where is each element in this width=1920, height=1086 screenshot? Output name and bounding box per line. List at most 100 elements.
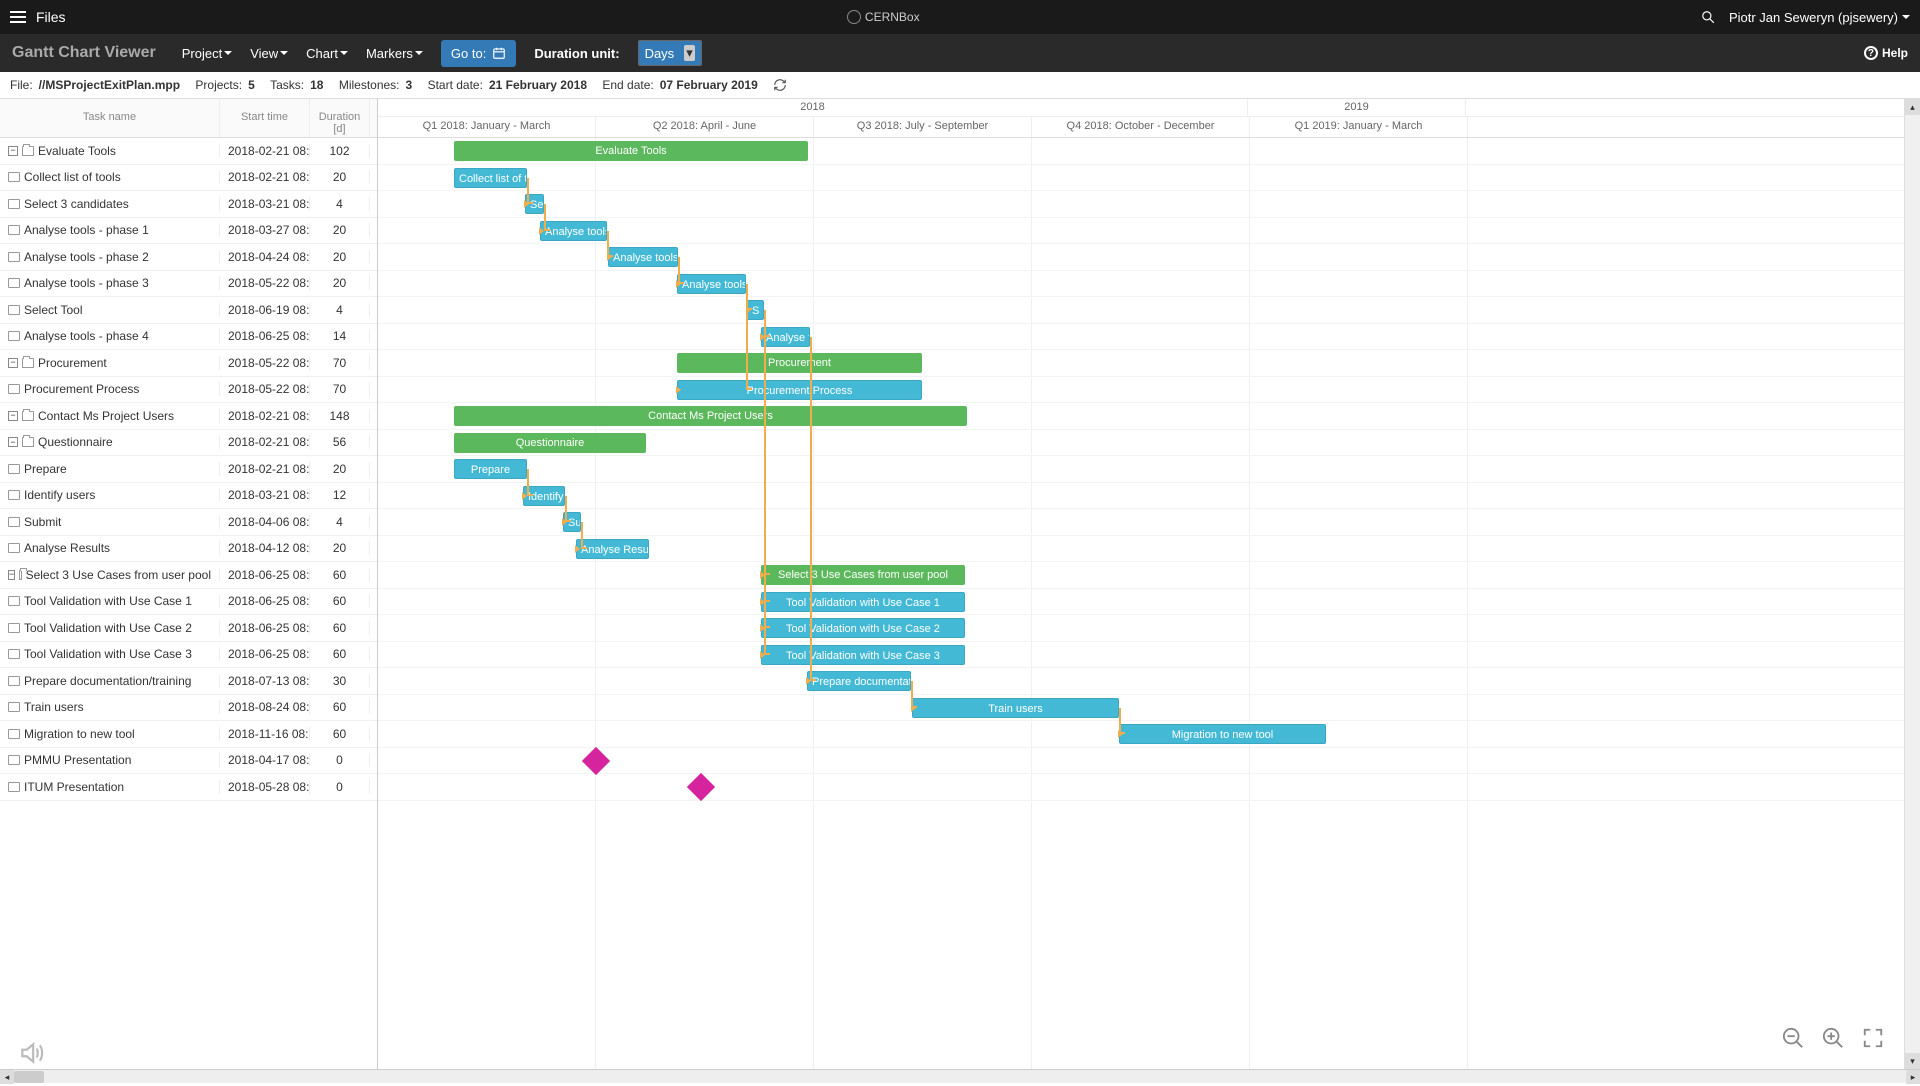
tasks-value: 18 [310,78,323,92]
task-row[interactable]: Prepare2018-02-21 08:0020 [0,456,377,483]
task-row[interactable]: Train users2018-08-24 08:0060 [0,695,377,722]
task-duration: 148 [310,409,370,423]
task-row[interactable]: Analyse tools - phase 22018-04-24 08:002… [0,244,377,271]
gantt-summary-bar[interactable]: Contact Ms Project Users [454,406,967,426]
col-header-start[interactable]: Start time [220,99,310,137]
task-row[interactable]: Analyse tools - phase 12018-03-27 08:002… [0,218,377,245]
main-area: Task name Start time Duration [d] −Evalu… [0,99,1920,1069]
task-row[interactable]: −Select 3 Use Cases from user pool2018-0… [0,562,377,589]
hamburger-icon[interactable] [10,11,26,23]
gantt-summary-bar[interactable]: Select 3 Use Cases from user pool [761,565,965,585]
horizontal-scrollbar[interactable]: ◂ ▸ [0,1069,1920,1083]
task-row[interactable]: Collect list of tools2018-02-21 08:0020 [0,165,377,192]
task-name: Select 3 candidates [24,197,129,211]
task-row[interactable]: Analyse Results2018-04-12 08:0020 [0,536,377,563]
duration-unit-select[interactable]: Days ▾ [638,40,702,66]
speaker-icon[interactable] [18,1040,44,1066]
menu-markers[interactable]: Markers [366,46,423,61]
menu-view[interactable]: View [250,46,288,61]
menu-project[interactable]: Project [182,46,232,61]
task-row[interactable]: Analyse tools - phase 42018-06-25 08:001… [0,324,377,351]
task-row[interactable]: −Procurement2018-05-22 08:0070 [0,350,377,377]
task-row[interactable]: Prepare documentation/training2018-07-13… [0,668,377,695]
gantt-task-bar[interactable]: Tool Validation with Use Case 1 [761,592,965,612]
task-row[interactable]: Migration to new tool2018-11-16 08:0060 [0,721,377,748]
vertical-scrollbar[interactable]: ▴ ▾ [1904,99,1920,1069]
scroll-right-button[interactable]: ▸ [1906,1070,1920,1084]
gantt-summary-bar[interactable]: Questionnaire [454,433,646,453]
gantt-task-bar[interactable]: Tool Validation with Use Case 3 [761,645,965,665]
refresh-icon[interactable] [773,78,787,92]
gantt-task-bar[interactable]: Analyse tools - p [608,247,678,267]
gantt-task-bar[interactable]: Train users [912,698,1119,718]
task-start: 2018-02-21 08:00 [220,435,310,449]
timeline-row: Tool Validation with Use Case 3 [378,642,1904,669]
timeline-body[interactable]: Evaluate ToolsCollect list of toolsSeAna… [378,138,1904,1069]
file-icon [8,464,20,474]
menu-chart[interactable]: Chart [306,46,348,61]
task-row[interactable]: −Contact Ms Project Users2018-02-21 08:0… [0,403,377,430]
user-menu[interactable]: Piotr Jan Seweryn (pjsewery) [1729,10,1910,25]
start-date-value: 21 February 2018 [489,78,587,92]
gantt-task-bar[interactable]: Analyse tools - p [677,274,746,294]
gantt-summary-bar[interactable]: Procurement [677,353,922,373]
task-duration: 56 [310,435,370,449]
gantt-task-bar[interactable]: Analyse tools - p [540,221,607,241]
task-row[interactable]: Tool Validation with Use Case 22018-06-2… [0,615,377,642]
task-name: Analyse tools - phase 1 [24,223,149,237]
scroll-up-button[interactable]: ▴ [1905,99,1920,115]
gantt-timeline[interactable]: 20182019 Q1 2018: January - MarchQ2 2018… [378,99,1904,1069]
task-start: 2018-05-28 08:00 [220,780,310,794]
task-grid: Task name Start time Duration [d] −Evalu… [0,99,378,1069]
gantt-milestone[interactable] [687,773,715,801]
task-row[interactable]: −Evaluate Tools2018-02-21 08:00102 [0,138,377,165]
task-row[interactable]: Analyse tools - phase 32018-05-22 08:002… [0,271,377,298]
search-icon[interactable] [1701,10,1715,24]
grid-body[interactable]: −Evaluate Tools2018-02-21 08:00102Collec… [0,138,377,1069]
gantt-task-bar[interactable]: Tool Validation with Use Case 2 [761,618,965,638]
files-label[interactable]: Files [36,9,66,25]
task-row[interactable]: Identify users2018-03-21 08:0012 [0,483,377,510]
scroll-down-button[interactable]: ▾ [1905,1053,1920,1069]
fullscreen-icon[interactable] [1862,1027,1884,1049]
gantt-task-bar[interactable]: Migration to new tool [1119,724,1326,744]
calendar-icon [492,46,506,60]
caret-down-icon [280,51,288,55]
file-icon [8,755,20,765]
zoom-in-icon[interactable] [1822,1027,1844,1049]
collapse-toggle[interactable]: − [8,146,18,156]
task-row[interactable]: Select 3 candidates2018-03-21 08:004 [0,191,377,218]
file-icon [8,305,20,315]
scroll-left-button[interactable]: ◂ [0,1070,14,1084]
file-icon [8,199,20,209]
scroll-thumb[interactable] [14,1071,44,1083]
col-header-duration[interactable]: Duration [d] [310,99,370,137]
task-row[interactable]: ITUM Presentation2018-05-28 08:000 [0,774,377,801]
task-row[interactable]: Tool Validation with Use Case 12018-06-2… [0,589,377,616]
dependency-arrow-icon [760,651,765,659]
task-row[interactable]: PMMU Presentation2018-04-17 08:000 [0,748,377,775]
collapse-toggle[interactable]: − [8,411,18,421]
task-row[interactable]: Submit2018-04-06 08:004 [0,509,377,536]
gantt-task-bar[interactable]: Procurement Process [677,380,922,400]
collapse-toggle[interactable]: − [8,570,15,580]
task-start: 2018-07-13 08:00 [220,674,310,688]
gantt-task-bar[interactable]: Prepare [454,459,527,479]
col-header-name[interactable]: Task name [0,99,220,137]
file-value: //MSProjectExitPlan.mpp [39,78,180,92]
task-row[interactable]: Tool Validation with Use Case 32018-06-2… [0,642,377,669]
file-icon [8,729,20,739]
task-row[interactable]: Procurement Process2018-05-22 08:0070 [0,377,377,404]
task-row[interactable]: −Questionnaire2018-02-21 08:0056 [0,430,377,457]
timeline-row: Collect list of tools [378,165,1904,192]
goto-button[interactable]: Go to: [441,40,516,67]
collapse-toggle[interactable]: − [8,358,18,368]
collapse-toggle[interactable]: − [8,437,18,447]
gantt-task-bar[interactable]: Collect list of tools [454,168,527,188]
gantt-milestone[interactable] [582,746,610,774]
zoom-out-icon[interactable] [1782,1027,1804,1049]
gantt-summary-bar[interactable]: Evaluate Tools [454,141,808,161]
help-button[interactable]: ? Help [1864,46,1908,60]
gantt-task-bar[interactable]: Prepare documentation/ [807,671,911,691]
task-row[interactable]: Select Tool2018-06-19 08:004 [0,297,377,324]
